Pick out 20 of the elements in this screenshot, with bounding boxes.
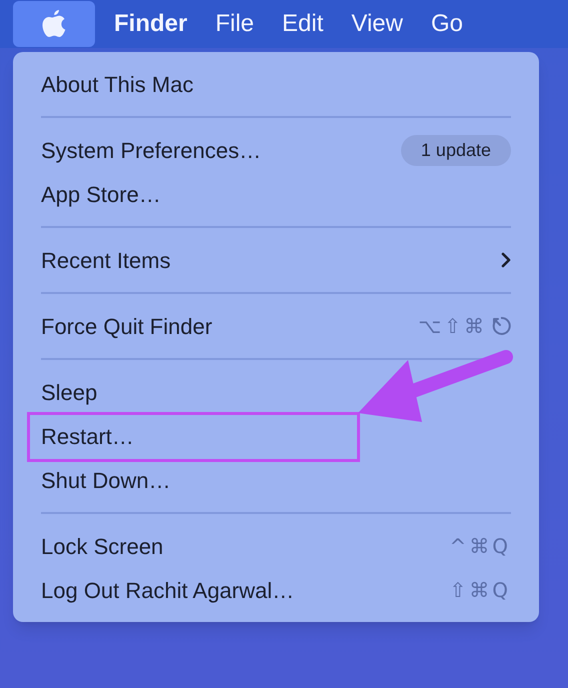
menu-item[interactable]: Sleep	[41, 376, 98, 408]
menu-item[interactable]: Shut Down…	[41, 464, 171, 496]
keyboard-shortcut: ^⌘Q	[450, 533, 511, 560]
menu-item[interactable]: Lock Screen	[41, 530, 164, 562]
menu-bar-item[interactable]: File	[206, 1, 264, 47]
menu-bar-item[interactable]: Finder	[105, 1, 196, 47]
menu-item[interactable]: About This Mac	[41, 68, 194, 100]
menu-bar-item[interactable]: Edit	[273, 1, 332, 47]
menu-item[interactable]: Force Quit Finder	[41, 310, 212, 342]
menu-item[interactable]: Recent Items	[41, 244, 171, 276]
menu-item[interactable]: App Store…	[41, 178, 161, 210]
update-badge: 1 update	[400, 134, 511, 166]
apple-menu-icon[interactable]	[13, 1, 95, 47]
menu-bar-item[interactable]: Go	[422, 1, 472, 47]
menu-item[interactable]: Restart…	[41, 420, 134, 452]
keyboard-shortcut: ⌥⇧⌘	[418, 313, 487, 340]
menu-item[interactable]: System Preferences…	[41, 134, 262, 166]
keyboard-shortcut: ⇧⌘Q	[450, 577, 511, 604]
menu-bar-item[interactable]: View	[342, 1, 412, 47]
menu-item[interactable]: Log Out Rachit Agarwal…	[41, 574, 294, 606]
